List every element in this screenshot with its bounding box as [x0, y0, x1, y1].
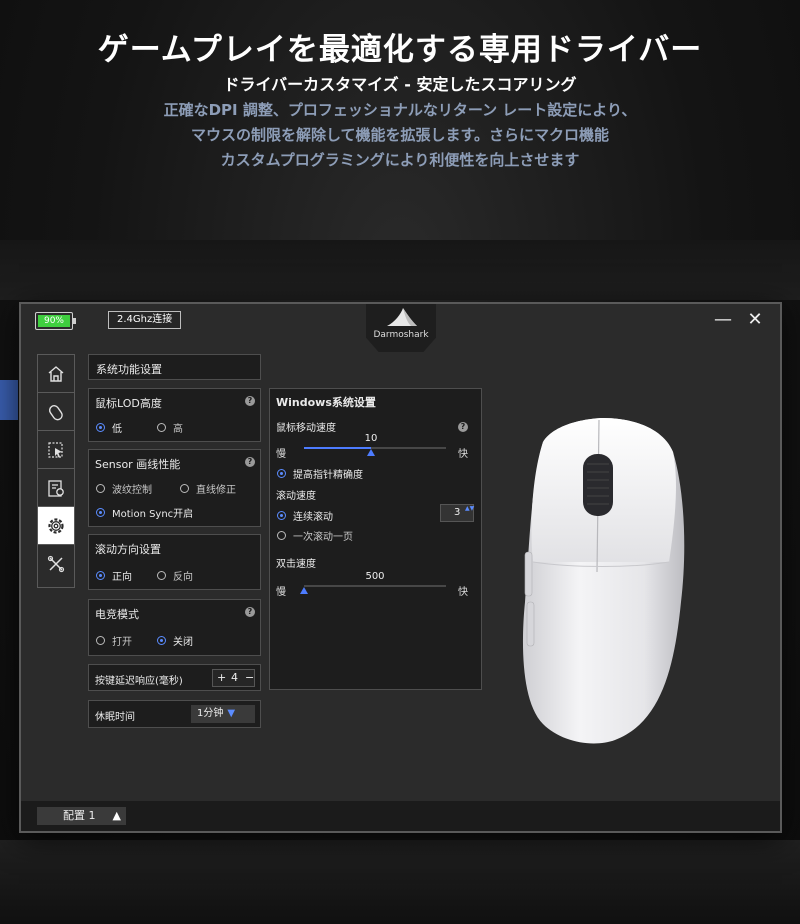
esports-option-on[interactable]: 打开 [96, 633, 132, 648]
lod-panel: 鼠标LOD高度 ? 低 高 [88, 388, 261, 442]
scroll-option-reverse[interactable]: 反向 [157, 568, 193, 583]
nav-tools[interactable] [38, 545, 74, 583]
hero-desc-line-1: 正確なDPI 調整、プロフェッショナルなリターン レート設定により、 [163, 101, 637, 119]
pointer-slow-label: 慢 [276, 449, 286, 460]
lod-help-icon[interactable]: ? [245, 396, 255, 406]
up-down-arrows-icon[interactable]: ▲▼ [465, 505, 474, 513]
sensor-panel: Sensor 画线性能 ? 波纹控制 直线修正 Motion Sync开启 [88, 449, 261, 527]
system-settings-header: 系统功能设置 [88, 354, 261, 380]
tools-icon [47, 555, 65, 573]
scroll-lines-value: 3 [454, 507, 461, 518]
sleep-dropdown[interactable]: 1分钟 ▼ [191, 705, 255, 723]
system-settings-title: 系统功能设置 [96, 363, 162, 376]
double-click-title: 双击速度 [276, 559, 316, 570]
sleep-panel: 休眠时间 1分钟 ▼ [88, 700, 261, 728]
hero-title: ゲームプレイを最適化する専用ドライバー [97, 32, 703, 68]
pointer-speed-value: 10 [364, 433, 378, 444]
double-click-slow-label: 慢 [276, 587, 286, 598]
debounce-plus-button[interactable]: + [217, 671, 226, 684]
pointer-speed-help-icon[interactable]: ? [458, 422, 468, 432]
home-icon [48, 365, 64, 382]
hero-desc-line-2: マウスの制限を解除して機能を拡張します。さらにマクロ機能 [190, 126, 610, 144]
background-blur-band [0, 240, 800, 300]
pointer-speed-slider[interactable]: 10 [304, 433, 446, 461]
profile-label: 配置 1 [63, 809, 96, 822]
battery-level: 90% [38, 315, 70, 327]
minimize-button[interactable]: — [711, 308, 735, 332]
double-click-value: 500 [365, 571, 385, 582]
esports-option-off[interactable]: 关闭 [157, 633, 193, 648]
sensor-option-motion-sync[interactable]: Motion Sync开启 [96, 505, 193, 520]
debounce-value: 4 [231, 671, 238, 684]
sidebar-nav [37, 354, 75, 588]
background-blur-bottom [0, 840, 800, 924]
enhance-precision-checkbox[interactable]: 提高指针精确度 [277, 466, 363, 481]
sleep-value: 1分钟 [197, 708, 224, 719]
hero-text: ゲームプレイを最適化する専用ドライバー ドライバーカスタマイズ - 安定したスコ… [0, 30, 800, 173]
hero-desc-line-3: カスタムプログラミングにより利便性を向上させます [220, 151, 580, 169]
scroll-lines-stepper[interactable]: 3 ▲▼ [440, 504, 474, 522]
sensor-option-angle-snap[interactable]: 直线修正 [180, 481, 236, 496]
nav-macro[interactable] [38, 469, 74, 507]
scroll-direction-panel: 滚动方向设置 正向 反向 [88, 534, 261, 590]
pointer-speed-title: 鼠标移动速度 [276, 423, 336, 434]
driver-window: 90% 2.4Ghz连接 Darmoshark — ✕ 系统功能设置 鼠标LOD… [19, 302, 782, 833]
footer-bar: 配置 1 ▲ [21, 801, 780, 831]
chevron-down-icon: ▼ [227, 708, 236, 719]
macro-icon [48, 479, 64, 497]
double-click-slider[interactable]: 500 [300, 571, 446, 599]
lod-title: 鼠标LOD高度 [95, 397, 162, 410]
scroll-option-forward[interactable]: 正向 [96, 568, 132, 583]
windows-settings-panel: Windows系统设置 鼠标移动速度 ? 慢 10 快 提高指针精确度 滚动速度… [269, 388, 482, 690]
double-click-thumb[interactable] [300, 587, 308, 594]
pointer-fast-label: 快 [458, 449, 468, 460]
debounce-panel: 按键延迟响应(毫秒) + 4 − [88, 664, 261, 691]
double-click-fast-label: 快 [458, 587, 468, 598]
pointer-speed-thumb[interactable] [367, 449, 375, 456]
scroll-option-page[interactable]: 一次滚动一页 [277, 528, 353, 543]
nav-buttons[interactable] [38, 393, 74, 431]
lod-option-high[interactable]: 高 [157, 420, 183, 435]
close-button[interactable]: ✕ [743, 308, 767, 332]
debounce-label: 按键延迟响应(毫秒) [95, 676, 183, 687]
title-bar: 90% 2.4Ghz连接 Darmoshark — ✕ [21, 304, 780, 352]
mouse-icon [48, 404, 63, 420]
debounce-stepper: + 4 − [212, 669, 255, 687]
chevron-up-icon[interactable]: ▲ [113, 807, 121, 825]
nav-lighting[interactable] [38, 431, 74, 469]
sensor-option-ripple[interactable]: 波纹控制 [96, 481, 152, 496]
esports-help-icon[interactable]: ? [245, 607, 255, 617]
brand-logo: Darmoshark [366, 304, 436, 352]
scroll-option-lines[interactable]: 连续滚动 [277, 508, 333, 523]
esports-panel: 电竞模式 ? 打开 关闭 [88, 599, 261, 656]
connection-status: 2.4Ghz连接 [108, 311, 182, 329]
windows-settings-title: Windows系统设置 [276, 396, 376, 409]
brand-name: Darmoshark [373, 330, 429, 340]
lod-option-low[interactable]: 低 [96, 420, 122, 435]
battery-indicator: 90% [35, 312, 76, 330]
hero-subtitle: ドライバーカスタマイズ - 安定したスコアリング [223, 75, 577, 94]
mouse-product-image [503, 412, 703, 752]
nav-settings[interactable] [38, 507, 74, 545]
select-icon [48, 441, 63, 458]
sleep-label: 休眠时间 [95, 712, 135, 723]
profile-selector[interactable]: 配置 1 ▲ [37, 807, 126, 825]
shark-fin-icon [387, 308, 417, 326]
sensor-title: Sensor 画线性能 [95, 458, 181, 471]
scroll-speed-title: 滚动速度 [276, 491, 316, 502]
nav-home[interactable] [38, 355, 74, 393]
sensor-help-icon[interactable]: ? [245, 457, 255, 467]
background-accent [0, 380, 18, 420]
gear-icon [48, 517, 64, 534]
scroll-direction-title: 滚动方向设置 [95, 543, 161, 556]
debounce-minus-button[interactable]: − [245, 671, 254, 684]
esports-title: 电竞模式 [95, 608, 139, 621]
